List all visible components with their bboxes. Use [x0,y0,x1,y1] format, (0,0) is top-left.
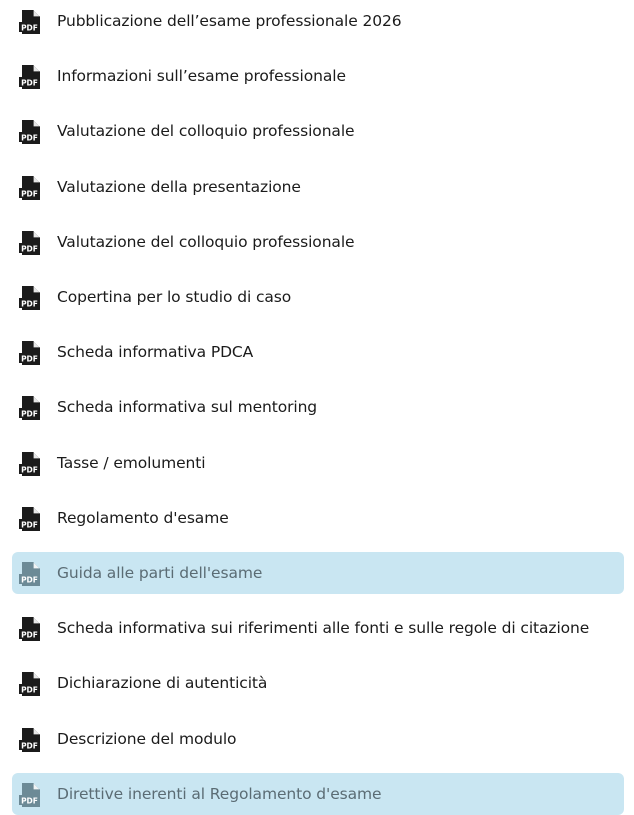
pdf-file-icon: PDF [19,451,40,476]
document-link-label: Regolamento d'esame [57,508,229,527]
pdf-file-icon: PDF [19,727,40,752]
document-link[interactable]: PDF Dichiarazione di autenticità [12,662,624,704]
document-link[interactable]: PDF Valutazione della presentazione [12,166,624,208]
pdf-file-icon: PDF [19,120,40,145]
document-link[interactable]: PDF Pubblicazione dell’esame professional… [12,0,624,42]
document-link[interactable]: PDF Copertina per lo studio di caso [12,276,624,318]
pdf-file-icon: PDF [19,286,40,310]
document-link[interactable]: PDF Tasse / emolumenti [12,442,624,484]
document-link-label: Pubblicazione dell’esame professionale 2… [57,12,402,30]
document-link-label: Copertina per lo studio di caso [57,288,292,306]
document-link-label: Dichiarazione di autenticità [57,674,268,693]
pdf-file-icon: PDF [19,341,40,366]
document-link-label: Scheda informativa sul mentoring [57,398,318,417]
document-link-label: Valutazione della presentazione [57,177,301,196]
pdf-file-icon: PDF [19,672,40,697]
document-link[interactable]: PDF Scheda informativa PDCA [12,331,624,373]
pdf-file-icon: PDF [19,617,40,642]
pdf-badge-label: PDF [21,24,38,33]
pdf-file-icon: PDF [19,230,40,255]
pdf-badge-label: PDF [21,410,38,419]
document-link-label: Valutazione del colloquio professionale [57,232,355,251]
document-link[interactable]: PDF Valutazione del colloquio professiona… [12,221,624,263]
pdf-badge-label: PDF [21,686,38,695]
document-link-label: Tasse / emolumenti [57,453,206,472]
pdf-badge-label: PDF [21,244,38,253]
document-link[interactable]: PDF Descrizione del modulo [12,718,624,760]
document-link[interactable]: PDF Informazioni sull’esame professionale [12,55,624,97]
document-link-label: Descrizione del modulo [57,729,237,748]
document-link-label: Scheda informativa PDCA [57,343,254,362]
pdf-badge-label: PDF [21,631,38,640]
pdf-badge-label: PDF [21,576,38,585]
document-link[interactable]: PDF Scheda informativa sui riferimenti al… [12,607,624,649]
pdf-badge-label: PDF [21,465,38,474]
pdf-file-icon: PDF [19,10,40,34]
document-link[interactable]: PDF Valutazione del colloquio professiona… [12,110,624,152]
pdf-badge-label: PDF [21,300,38,309]
document-link-label: Guida alle parti dell'esame [57,564,263,582]
pdf-file-icon: PDF [19,396,40,421]
pdf-file-icon: PDF [19,562,40,586]
document-link[interactable]: PDF Guida alle parti dell'esame [12,552,624,594]
pdf-badge-label: PDF [21,134,38,143]
document-link[interactable]: PDF Scheda informativa sul mentoring [12,386,624,428]
document-link-label: Direttive inerenti al Regolamento d'esam… [57,784,382,803]
pdf-badge-label: PDF [21,796,38,805]
document-link[interactable]: PDF Regolamento d'esame [12,497,624,539]
document-link[interactable]: PDF Direttive inerenti al Regolamento d'e… [12,772,624,815]
pdf-badge-label: PDF [21,741,38,750]
pdf-badge-label: PDF [21,189,38,198]
pdf-file-icon: PDF [19,65,40,90]
pdf-file-icon: PDF [19,782,40,807]
pdf-badge-label: PDF [21,79,38,88]
document-link-label: Valutazione del colloquio professionale [57,122,355,141]
pdf-file-icon: PDF [19,506,40,531]
pdf-badge-label: PDF [21,355,38,364]
document-link-label: Scheda informativa sui riferimenti alle … [57,619,590,638]
pdf-badge-label: PDF [21,520,38,529]
document-link-label: Informazioni sull’esame professionale [57,67,346,86]
pdf-file-icon: PDF [19,175,40,200]
